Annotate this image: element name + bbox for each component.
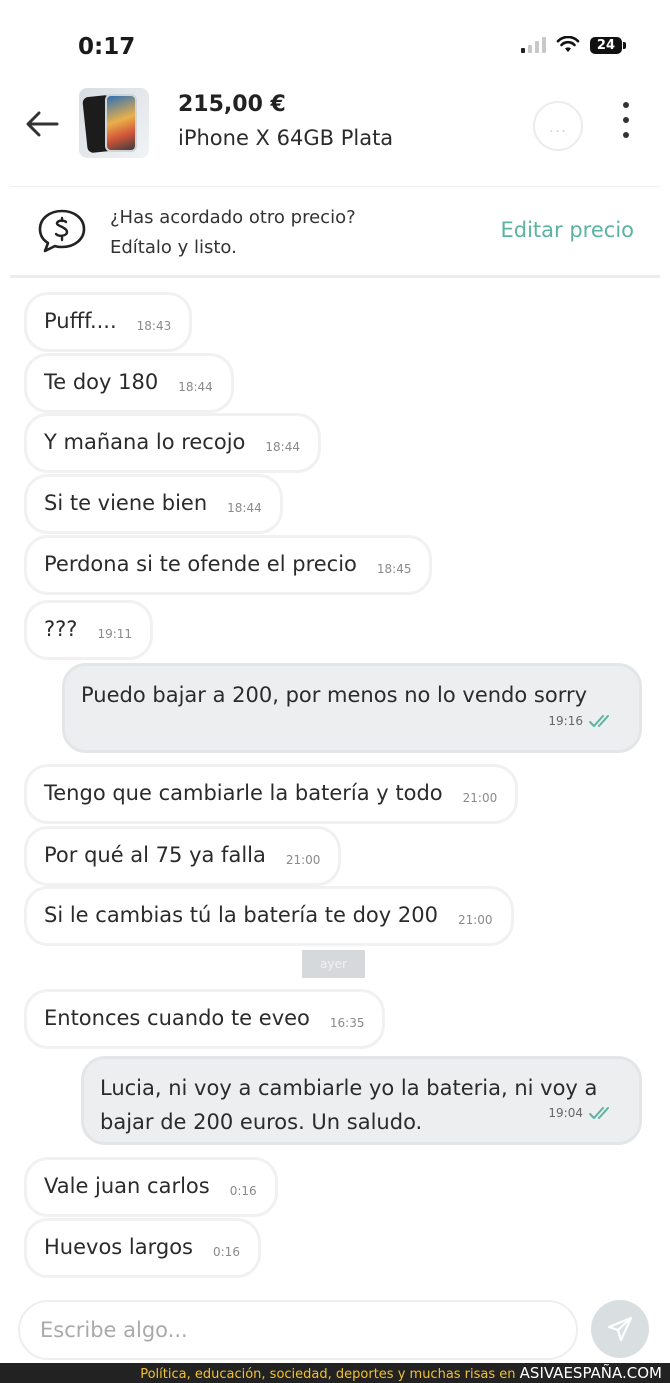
message-text: Perdona si te ofende el precio bbox=[44, 552, 357, 576]
send-button[interactable] bbox=[591, 1300, 649, 1358]
message-text: Si le cambias tú la batería te doy 200 bbox=[44, 903, 438, 927]
message-text: Vale juan carlos bbox=[44, 1174, 210, 1198]
arrow-left-icon bbox=[26, 111, 59, 137]
message-time: 18:43 bbox=[136, 319, 172, 333]
message-text: Por qué al 75 ya falla bbox=[44, 843, 266, 867]
double-check-icon bbox=[589, 1107, 609, 1119]
message-time: 19:04 bbox=[548, 1106, 583, 1120]
message-time: 18:44 bbox=[227, 501, 262, 515]
edit-price-button[interactable]: Editar precio bbox=[501, 218, 635, 242]
message-time: 19:16 bbox=[548, 714, 583, 728]
kebab-menu-icon[interactable] bbox=[614, 100, 638, 140]
message-bubble-incoming: Entonces cuando te eveo 16:35 bbox=[24, 989, 386, 1049]
message-time: 19:11 bbox=[97, 627, 133, 641]
message-text: Puedo bajar a 200, por menos no lo vendo… bbox=[81, 683, 588, 707]
send-icon bbox=[607, 1316, 633, 1342]
message-text: Te doy 180 bbox=[44, 370, 159, 394]
banner-question: ¿Has acordado otro precio? bbox=[110, 207, 356, 228]
message-time: 0:16 bbox=[213, 1245, 240, 1259]
message-bubble-incoming: Huevos largos 0:16 bbox=[24, 1218, 261, 1278]
message-meta: 19:04 bbox=[548, 1096, 617, 1130]
message-text: Y mañana lo recojo bbox=[44, 430, 246, 454]
message-bubble-incoming: Por qué al 75 ya falla 21:00 bbox=[24, 826, 342, 886]
message-bubble-incoming: Vale juan carlos 0:16 bbox=[24, 1157, 278, 1217]
product-price: 215,00 € bbox=[178, 92, 286, 117]
message-text: Si te viene bien bbox=[44, 491, 208, 515]
watermark-brand: ASIVAESPAÑA.COM bbox=[519, 1364, 662, 1382]
message-bubble-incoming: Te doy 180 18:44 bbox=[24, 353, 234, 413]
message-input[interactable] bbox=[18, 1300, 578, 1360]
message-time: 16:35 bbox=[329, 1016, 365, 1030]
message-bubble-outgoing: Puedo bajar a 200, por menos no lo vendo… bbox=[62, 663, 642, 753]
message-list[interactable]: Pufff.... 18:43 Te doy 180 18:44 Y mañana … bbox=[0, 286, 670, 1286]
message-text: Pufff.... bbox=[44, 309, 117, 333]
message-time: 18:45 bbox=[376, 562, 412, 576]
message-time: 18:44 bbox=[178, 380, 213, 394]
signal-icon bbox=[520, 37, 546, 53]
status-time: 0:17 bbox=[78, 34, 136, 60]
wifi-icon bbox=[556, 36, 580, 52]
message-bubble-outgoing: Lucia, ni voy a cambiarle yo la bateria,… bbox=[81, 1056, 642, 1145]
message-time: 18:44 bbox=[265, 440, 300, 454]
battery-icon: 24 bbox=[589, 36, 627, 54]
message-time: 21:00 bbox=[285, 853, 321, 867]
message-bubble-incoming: Tengo que cambiarle la batería y todo 21:… bbox=[24, 764, 519, 824]
message-bubble-incoming: Pufff.... 18:43 bbox=[24, 292, 193, 352]
back-button[interactable] bbox=[22, 104, 62, 144]
message-time: 0:16 bbox=[229, 1184, 257, 1198]
banner-subtitle: Edítalo y listo. bbox=[110, 237, 237, 258]
price-agreement-banner: ¿Has acordado otro precio? Edítalo y lis… bbox=[10, 186, 660, 278]
message-bubble-incoming: Si le cambias tú la batería te doy 200 21… bbox=[24, 886, 514, 946]
message-time: 21:00 bbox=[457, 913, 493, 927]
message-text: ??? bbox=[44, 617, 78, 641]
message-bubble-incoming: Perdona si te ofende el precio 18:45 bbox=[24, 535, 433, 595]
message-text: Tengo que cambiarle la batería y todo bbox=[44, 781, 443, 805]
watermark-band: Política, educación, sociedad, deportes … bbox=[0, 1363, 670, 1383]
message-time: 21:00 bbox=[462, 791, 498, 805]
watermark-tagline: Política, educación, sociedad, deportes … bbox=[140, 1367, 516, 1382]
message-text: Lucia, ni voy a cambiarle yo la bateria,… bbox=[100, 1076, 598, 1134]
message-text: Entonces cuando te eveo bbox=[44, 1006, 310, 1030]
double-check-icon bbox=[589, 715, 609, 727]
price-chat-icon bbox=[38, 209, 86, 253]
message-bubble-incoming: Si te viene bien 18:44 bbox=[24, 474, 283, 534]
message-text: Huevos largos bbox=[44, 1235, 193, 1259]
message-composer bbox=[0, 1286, 670, 1363]
day-separator: ayer bbox=[302, 950, 365, 978]
status-bar: 0:17 24 bbox=[0, 0, 670, 82]
profile-avatar-button[interactable]: ... bbox=[533, 101, 583, 151]
chat-header: 215,00 € iPhone X 64GB Plata ... bbox=[0, 82, 670, 182]
status-icons: 24 bbox=[520, 36, 627, 54]
product-thumbnail[interactable] bbox=[79, 88, 149, 158]
product-title[interactable]: iPhone X 64GB Plata bbox=[178, 126, 393, 150]
message-meta: 19:16 bbox=[548, 704, 617, 738]
message-bubble-incoming: ??? 19:11 bbox=[24, 600, 154, 660]
message-bubble-incoming: Y mañana lo recojo 18:44 bbox=[24, 413, 321, 473]
